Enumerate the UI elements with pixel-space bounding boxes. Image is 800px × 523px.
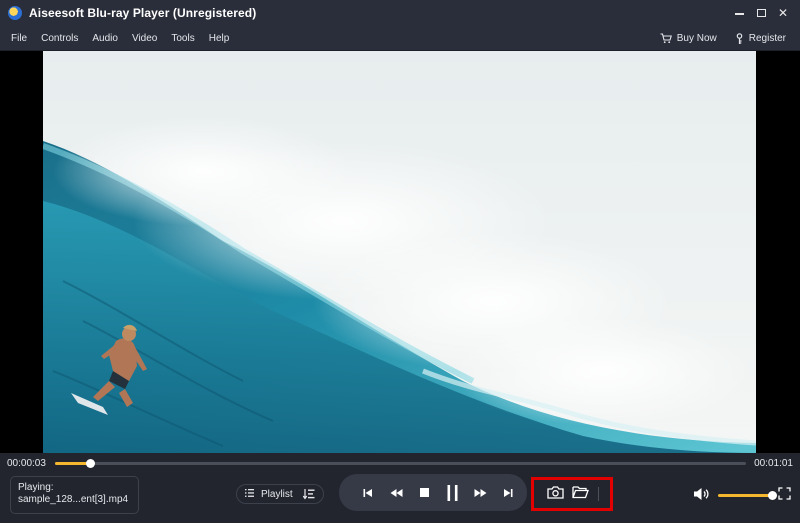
playlist-label: Playlist xyxy=(261,488,293,500)
window-controls: ✕ xyxy=(728,0,794,26)
minimize-icon xyxy=(734,13,744,15)
volume-slider-thumb[interactable] xyxy=(768,491,777,500)
control-bar: Playing: sample_128...ent[3].mp4 Playlis… xyxy=(0,473,800,523)
pause-icon xyxy=(447,484,457,501)
seek-bar-fill xyxy=(55,462,90,465)
menu-bar: File Controls Audio Video Tools Help Buy… xyxy=(0,26,800,51)
playlist-button[interactable]: Playlist xyxy=(236,484,324,504)
video-stage[interactable] xyxy=(0,51,800,453)
rewind-icon xyxy=(390,488,402,497)
buy-now-label: Buy Now xyxy=(676,33,717,44)
stop-icon xyxy=(419,488,429,497)
window-title: Aiseesoft Blu-ray Player (Unregistered) xyxy=(29,6,257,20)
camera-icon xyxy=(547,486,564,499)
seek-bar[interactable] xyxy=(55,459,746,468)
seek-bar-thumb[interactable] xyxy=(85,459,95,468)
menu-audio[interactable]: Audio xyxy=(86,33,124,44)
now-playing-file: sample_128...ent[3].mp4 xyxy=(18,494,129,505)
current-time: 00:00:03 xyxy=(7,458,46,469)
menu-tools[interactable]: Tools xyxy=(165,33,200,44)
pause-button[interactable] xyxy=(438,479,466,507)
register-label: Register xyxy=(748,33,786,44)
volume-button[interactable] xyxy=(693,487,711,506)
app-logo-icon xyxy=(8,6,22,20)
progress-row: 00:00:03 00:01:01 xyxy=(0,453,800,473)
key-icon xyxy=(735,32,744,45)
menu-controls[interactable]: Controls xyxy=(35,33,84,44)
previous-button[interactable] xyxy=(354,479,382,507)
volume-slider[interactable] xyxy=(718,494,772,497)
rewind-button[interactable] xyxy=(382,479,410,507)
snapshot-button[interactable] xyxy=(547,486,564,504)
duration-time: 00:01:01 xyxy=(754,458,793,469)
skip-previous-icon xyxy=(363,488,372,497)
open-folder-button[interactable] xyxy=(572,485,589,504)
close-button[interactable]: ✕ xyxy=(772,2,794,24)
volume-icon xyxy=(694,488,709,500)
sort-icon[interactable] xyxy=(302,488,315,503)
menu-help[interactable]: Help xyxy=(203,33,236,44)
transport-controls xyxy=(339,474,527,511)
title-bar: Aiseesoft Blu-ray Player (Unregistered) … xyxy=(0,0,800,26)
next-button[interactable] xyxy=(494,479,522,507)
register-link[interactable]: Register xyxy=(735,32,786,45)
menu-video[interactable]: Video xyxy=(126,33,163,44)
list-icon xyxy=(245,488,254,500)
minimize-button[interactable] xyxy=(728,2,750,24)
folder-icon xyxy=(572,486,589,499)
highlighted-tools-box xyxy=(531,477,613,511)
buy-now-link[interactable]: Buy Now xyxy=(660,33,717,44)
maximize-button[interactable] xyxy=(750,2,772,24)
fullscreen-button[interactable] xyxy=(778,487,791,505)
stop-button[interactable] xyxy=(410,479,438,507)
fast-forward-icon xyxy=(474,488,486,497)
maximize-icon xyxy=(756,9,766,17)
video-image xyxy=(43,51,756,453)
skip-next-icon xyxy=(504,488,513,497)
menu-file[interactable]: File xyxy=(5,33,33,44)
fast-forward-button[interactable] xyxy=(466,479,494,507)
fullscreen-icon xyxy=(778,487,791,500)
now-playing-box: Playing: sample_128...ent[3].mp4 xyxy=(10,476,139,514)
video-frame[interactable] xyxy=(43,51,756,453)
cart-icon xyxy=(660,33,672,44)
toolbar-separator xyxy=(598,487,599,501)
now-playing-label: Playing: xyxy=(18,482,54,493)
